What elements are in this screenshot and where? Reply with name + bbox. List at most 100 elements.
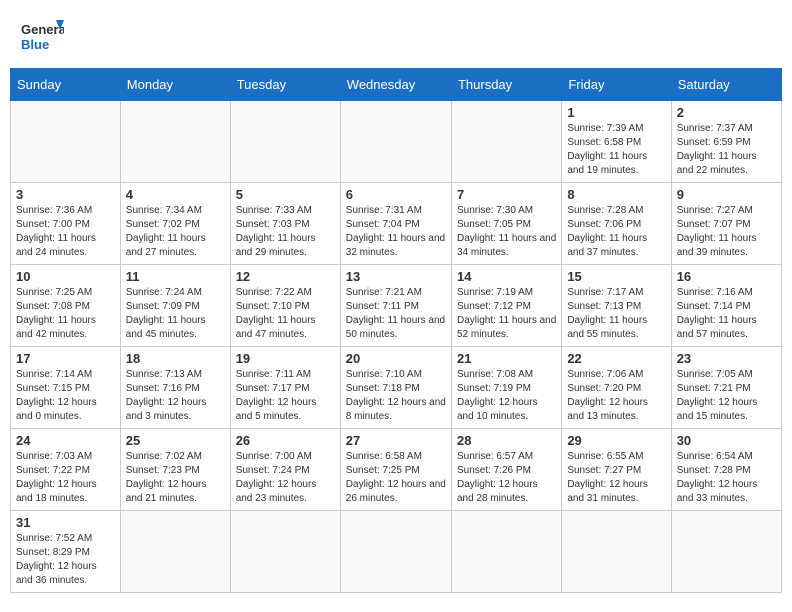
col-sunday: Sunday: [11, 69, 121, 101]
calendar-wrapper: Sunday Monday Tuesday Wednesday Thursday…: [0, 68, 792, 603]
svg-text:General: General: [21, 22, 64, 37]
day-number: 19: [236, 351, 335, 366]
col-thursday: Thursday: [451, 69, 561, 101]
day-info: Sunrise: 7:03 AM Sunset: 7:22 PM Dayligh…: [16, 450, 115, 506]
header: General Blue: [0, 0, 792, 68]
day-cell-2-2: 12Sunrise: 7:22 AM Sunset: 7:10 PM Dayli…: [230, 265, 340, 347]
col-friday: Friday: [562, 69, 671, 101]
day-number: 20: [346, 351, 446, 366]
day-number: 6: [346, 187, 446, 202]
day-number: 27: [346, 433, 446, 448]
day-info: Sunrise: 7:13 AM Sunset: 7:16 PM Dayligh…: [126, 368, 225, 424]
day-number: 31: [16, 515, 115, 530]
day-number: 23: [677, 351, 776, 366]
day-number: 1: [567, 105, 665, 120]
day-number: 12: [236, 269, 335, 284]
day-number: 5: [236, 187, 335, 202]
svg-text:Blue: Blue: [21, 37, 49, 52]
day-info: Sunrise: 6:55 AM Sunset: 7:27 PM Dayligh…: [567, 450, 665, 506]
day-info: Sunrise: 7:14 AM Sunset: 7:15 PM Dayligh…: [16, 368, 115, 424]
day-info: Sunrise: 7:00 AM Sunset: 7:24 PM Dayligh…: [236, 450, 335, 506]
day-cell-5-2: [230, 511, 340, 593]
day-info: Sunrise: 7:16 AM Sunset: 7:14 PM Dayligh…: [677, 286, 776, 342]
day-number: 15: [567, 269, 665, 284]
day-cell-5-0: 31 Sunrise: 7:52 AM Sunset: 8:29 PM Dayli…: [11, 511, 121, 593]
day-info: Sunrise: 7:31 AM Sunset: 7:04 PM Dayligh…: [346, 204, 446, 260]
day-number: 28: [457, 433, 556, 448]
day-info: Sunrise: 7:27 AM Sunset: 7:07 PM Dayligh…: [677, 204, 776, 260]
day-cell-1-4: 7 Sunrise: 7:30 AM Sunset: 7:05 PM Daylig…: [451, 183, 561, 265]
day-info: Sunrise: 7:21 AM Sunset: 7:11 PM Dayligh…: [346, 286, 446, 342]
day-cell-0-6: 2 Sunrise: 7:37 AM Sunset: 6:59 PM Daylig…: [671, 101, 781, 183]
day-cell-5-6: [671, 511, 781, 593]
day-cell-3-4: 21Sunrise: 7:08 AM Sunset: 7:19 PM Dayli…: [451, 347, 561, 429]
day-info: Sunrise: 7:28 AM Sunset: 7:06 PM Dayligh…: [567, 204, 665, 260]
day-info: Sunrise: 7:06 AM Sunset: 7:20 PM Dayligh…: [567, 368, 665, 424]
day-number: 4: [126, 187, 225, 202]
day-info: Sunrise: 6:58 AM Sunset: 7:25 PM Dayligh…: [346, 450, 446, 506]
day-cell-0-0: [11, 101, 121, 183]
day-number: 2: [677, 105, 776, 120]
day-cell-1-5: 8 Sunrise: 7:28 AM Sunset: 7:06 PM Daylig…: [562, 183, 671, 265]
day-cell-3-6: 23 Sunrise: 7:05 AM Sunset: 7:21 PM Dayli…: [671, 347, 781, 429]
day-number: 18: [126, 351, 225, 366]
day-cell-2-0: 10Sunrise: 7:25 AM Sunset: 7:08 PM Dayli…: [11, 265, 121, 347]
week-row-4: 24 Sunrise: 7:03 AM Sunset: 7:22 PM Dayli…: [11, 429, 782, 511]
day-number: 26: [236, 433, 335, 448]
day-cell-4-2: 26 Sunrise: 7:00 AM Sunset: 7:24 PM Dayli…: [230, 429, 340, 511]
calendar-header-row: Sunday Monday Tuesday Wednesday Thursday…: [11, 69, 782, 101]
day-number: 8: [567, 187, 665, 202]
day-cell-1-6: 9 Sunrise: 7:27 AM Sunset: 7:07 PM Daylig…: [671, 183, 781, 265]
day-cell-4-5: 29Sunrise: 6:55 AM Sunset: 7:27 PM Dayli…: [562, 429, 671, 511]
day-info: Sunrise: 7:05 AM Sunset: 7:21 PM Dayligh…: [677, 368, 776, 424]
day-number: 3: [16, 187, 115, 202]
day-info: Sunrise: 7:52 AM Sunset: 8:29 PM Dayligh…: [16, 532, 115, 588]
day-number: 24: [16, 433, 115, 448]
day-info: Sunrise: 7:30 AM Sunset: 7:05 PM Dayligh…: [457, 204, 556, 260]
day-cell-5-4: [451, 511, 561, 593]
day-cell-3-5: 22Sunrise: 7:06 AM Sunset: 7:20 PM Dayli…: [562, 347, 671, 429]
week-row-3: 17 Sunrise: 7:14 AM Sunset: 7:15 PM Dayli…: [11, 347, 782, 429]
week-row-2: 10Sunrise: 7:25 AM Sunset: 7:08 PM Dayli…: [11, 265, 782, 347]
day-cell-4-6: 30 Sunrise: 6:54 AM Sunset: 7:28 PM Dayli…: [671, 429, 781, 511]
col-wednesday: Wednesday: [340, 69, 451, 101]
day-info: Sunrise: 7:08 AM Sunset: 7:19 PM Dayligh…: [457, 368, 556, 424]
day-cell-1-1: 4 Sunrise: 7:34 AM Sunset: 7:02 PM Daylig…: [120, 183, 230, 265]
col-tuesday: Tuesday: [230, 69, 340, 101]
day-cell-0-2: [230, 101, 340, 183]
day-cell-3-3: 20Sunrise: 7:10 AM Sunset: 7:18 PM Dayli…: [340, 347, 451, 429]
day-cell-1-2: 5 Sunrise: 7:33 AM Sunset: 7:03 PM Daylig…: [230, 183, 340, 265]
day-cell-3-2: 19Sunrise: 7:11 AM Sunset: 7:17 PM Dayli…: [230, 347, 340, 429]
day-cell-4-1: 25 Sunrise: 7:02 AM Sunset: 7:23 PM Dayli…: [120, 429, 230, 511]
day-number: 11: [126, 269, 225, 284]
day-info: Sunrise: 7:34 AM Sunset: 7:02 PM Dayligh…: [126, 204, 225, 260]
day-cell-4-4: 28 Sunrise: 6:57 AM Sunset: 7:26 PM Dayli…: [451, 429, 561, 511]
day-cell-0-3: [340, 101, 451, 183]
day-number: 13: [346, 269, 446, 284]
day-cell-3-1: 18 Sunrise: 7:13 AM Sunset: 7:16 PM Dayli…: [120, 347, 230, 429]
day-cell-3-0: 17 Sunrise: 7:14 AM Sunset: 7:15 PM Dayli…: [11, 347, 121, 429]
day-info: Sunrise: 7:24 AM Sunset: 7:09 PM Dayligh…: [126, 286, 225, 342]
day-info: Sunrise: 6:57 AM Sunset: 7:26 PM Dayligh…: [457, 450, 556, 506]
day-cell-4-0: 24 Sunrise: 7:03 AM Sunset: 7:22 PM Dayli…: [11, 429, 121, 511]
day-number: 30: [677, 433, 776, 448]
logo: General Blue: [20, 16, 64, 60]
day-info: Sunrise: 7:37 AM Sunset: 6:59 PM Dayligh…: [677, 122, 776, 178]
day-number: 10: [16, 269, 115, 284]
day-cell-5-3: [340, 511, 451, 593]
day-info: Sunrise: 7:36 AM Sunset: 7:00 PM Dayligh…: [16, 204, 115, 260]
day-number: 7: [457, 187, 556, 202]
col-monday: Monday: [120, 69, 230, 101]
day-cell-5-1: [120, 511, 230, 593]
day-number: 9: [677, 187, 776, 202]
day-number: 25: [126, 433, 225, 448]
day-number: 14: [457, 269, 556, 284]
day-info: Sunrise: 7:02 AM Sunset: 7:23 PM Dayligh…: [126, 450, 225, 506]
day-info: Sunrise: 7:33 AM Sunset: 7:03 PM Dayligh…: [236, 204, 335, 260]
week-row-0: 1Sunrise: 7:39 AM Sunset: 6:58 PM Daylig…: [11, 101, 782, 183]
day-cell-1-0: 3 Sunrise: 7:36 AM Sunset: 7:00 PM Daylig…: [11, 183, 121, 265]
day-number: 17: [16, 351, 115, 366]
day-cell-0-4: [451, 101, 561, 183]
day-info: Sunrise: 6:54 AM Sunset: 7:28 PM Dayligh…: [677, 450, 776, 506]
day-cell-2-1: 11 Sunrise: 7:24 AM Sunset: 7:09 PM Dayli…: [120, 265, 230, 347]
